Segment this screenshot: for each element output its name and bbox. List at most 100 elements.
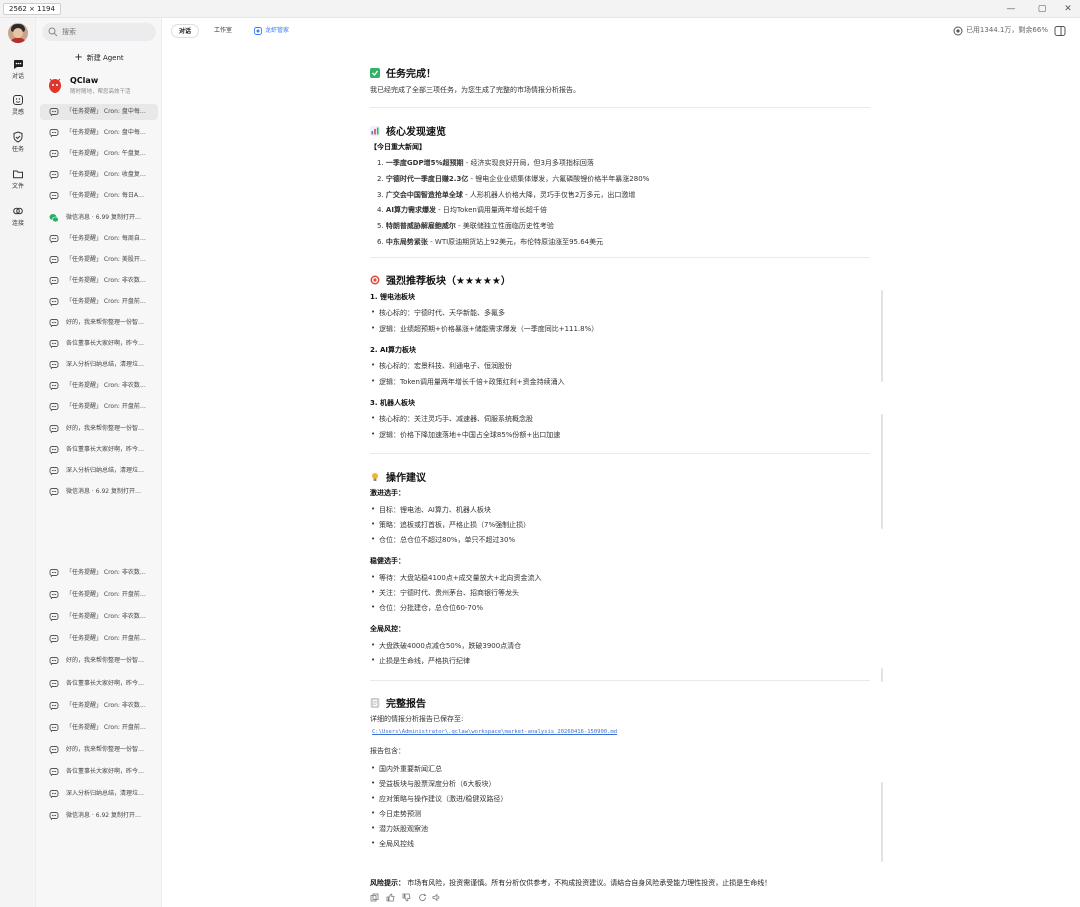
rail-item-connect[interactable]: 连接 (0, 205, 36, 227)
chat-bubble-icon (49, 466, 59, 475)
qclaw-logo-icon (49, 78, 61, 93)
conversation-title: 好的，我来帮你整理一份智… (66, 745, 145, 753)
chat-bubble-icon (49, 487, 59, 497)
conversation-item[interactable]: 好的，我来帮你整理一份智… (40, 653, 158, 669)
copy-icon[interactable] (370, 893, 379, 902)
conversation-item[interactable]: 「任务提醒」 Cron: 非农数… (40, 698, 158, 714)
conversation-item[interactable]: 「任务提醒」 Cron: 非农数… (40, 609, 158, 625)
target-icon (370, 275, 380, 285)
search-box[interactable] (42, 23, 156, 41)
scrollbar-mark[interactable] (881, 782, 883, 862)
conversation-title: 「任务提醒」 Cron: 非农数… (66, 701, 146, 709)
conversation-item[interactable]: 微信消息 · 6.99 复制打开… (40, 210, 158, 226)
conversation-title: 深入分析归纳总结，清理垃… (66, 790, 145, 797)
scrollbar-mark[interactable] (881, 668, 883, 682)
divider (370, 680, 870, 681)
chat-bubble-icon (49, 569, 59, 578)
close-button[interactable]: ✕ (1061, 2, 1075, 16)
rail-item-chat[interactable]: 对话 (0, 58, 36, 80)
conversation-item[interactable]: 「任务提醒」 Cron: 非农数… (40, 378, 158, 394)
new-agent-button[interactable]: + 新建 Agent (42, 50, 156, 66)
chat-bubble-icon (49, 445, 59, 454)
conversation-item[interactable]: 各位董事长大家好啊，昨今… (40, 676, 158, 692)
conversation-title: 「任务提醒」 Cron: 收盘复… (66, 171, 146, 179)
panel-toggle-icon[interactable] (1054, 25, 1066, 37)
conversation-item[interactable]: 「任务提醒」 Cron: 开盘前… (40, 399, 158, 415)
conversation-item[interactable]: 微信消息 · 6.92 复制打开… (40, 484, 158, 500)
conversation-title: 「任务提醒」 Cron: 开盘前… (66, 635, 146, 643)
scrollbar-mark[interactable] (881, 414, 883, 529)
conversation-item[interactable]: 好的，我来帮你整理一份智… (40, 315, 158, 331)
done-text: 我已经完成了全部三项任务，为您生成了完整的市场情报分析报告。 (370, 86, 580, 94)
conversation-item[interactable]: 各位董事长大家好啊，昨今… (40, 764, 158, 780)
scrollbar-mark[interactable] (881, 290, 883, 382)
sector-name: 3. 机器人板块 (370, 399, 415, 407)
conversation-item[interactable]: 好的，我来帮你整理一份智… (40, 421, 158, 437)
conversation-item[interactable]: 「任务提醒」 Cron: 每日A… (40, 188, 158, 204)
conversation-item[interactable]: 微信消息 · 6.92 复制打开… (40, 808, 158, 824)
thumbs-down-icon[interactable] (402, 893, 411, 902)
conversation-title: 「任务提醒」 Cron: 非农数… (66, 382, 146, 390)
qclaw-agent[interactable]: QClaw 随时随地，帮您高效干活 (46, 76, 158, 98)
conversation-item[interactable]: 「任务提醒」 Cron: 收盘复… (40, 167, 158, 183)
tab-lobster-butler[interactable]: 龙虾管家 (251, 24, 296, 38)
chat-bubble-icon (49, 657, 59, 666)
conversation-item[interactable]: 「任务提醒」 Cron: 开盘前… (40, 587, 158, 603)
conversation-item[interactable]: 各位董事长大家好啊，昨今… (40, 336, 158, 352)
report-path-link[interactable]: C:\Users\Administrator\.qclaw\workspace\… (372, 729, 617, 735)
speaker-icon[interactable] (432, 893, 441, 902)
conversation-item[interactable]: 「任务提醒」 Cron: 开盘前… (40, 294, 158, 310)
ops-heading: 操作建议 (370, 469, 426, 484)
tab-chat[interactable]: 对话 (171, 24, 200, 38)
rail-item-inspiration[interactable]: 灵感 (0, 94, 36, 116)
conversation-item[interactable]: 「任务提醒」 Cron: 午盘复… (40, 146, 158, 162)
conversation-item[interactable]: 「任务提醒」 Cron: 美股开… (40, 252, 158, 268)
chat-bubble-icon (49, 234, 59, 243)
thumbs-up-icon[interactable] (386, 893, 395, 902)
conversation-item[interactable]: 「任务提醒」 Cron: 每周自… (40, 231, 158, 247)
avatar[interactable] (8, 23, 28, 43)
minimize-button[interactable]: — (1004, 2, 1018, 16)
strategy-item: 仓位：分批建仓，总仓位60-70% (371, 603, 483, 613)
news-item: 2. 宁德时代一季度日赚2.3亿 - 锂电企业业绩集体爆发，六氟磷酸锂价格半年暴… (377, 174, 650, 183)
conversation-item[interactable]: 「任务提醒」 Cron: 非农数… (40, 565, 158, 581)
conversation-item[interactable]: 深入分析归纳总结，清理垃… (40, 786, 158, 802)
conversation-item[interactable]: 「任务提醒」 Cron: 盘中每… (40, 104, 158, 120)
tab-studio[interactable]: 工作室 (207, 24, 239, 38)
plus-icon: + (74, 52, 83, 63)
conversation-item[interactable]: 好的，我来帮你整理一份智… (40, 742, 158, 758)
conversation-title: 「任务提醒」 Cron: 美股开… (66, 255, 146, 263)
conversation-item[interactable]: 深入分析归纳总结，清理垃… (40, 463, 158, 479)
inspiration-icon (13, 95, 23, 105)
conversation-item[interactable]: 「任务提醒」 Cron: 非农数… (40, 273, 158, 289)
conversation-item[interactable]: 「任务提醒」 Cron: 盘中每… (40, 125, 158, 141)
conversation-item[interactable]: 「任务提醒」 Cron: 开盘前… (40, 720, 158, 736)
chat-bubble-icon (49, 276, 59, 286)
rail-item-task[interactable]: 任务 (0, 131, 36, 153)
search-input[interactable] (62, 25, 150, 39)
document-icon (370, 698, 380, 708)
title-bar: 2562 × 1194 — ▢ ✕ (0, 0, 1080, 18)
conversation-item[interactable]: 深入分析归纳总结，清理垃… (40, 357, 158, 373)
report-heading: 完整报告 (370, 695, 426, 710)
regenerate-icon[interactable] (418, 893, 427, 902)
conversation-item[interactable]: 各位董事长大家好啊，昨今… (40, 442, 158, 458)
sector-target: 核心标的：宏景科技、利通电子、恒润股份 (371, 361, 512, 371)
conversation-item[interactable]: 「任务提醒」 Cron: 开盘前… (40, 631, 158, 647)
maximize-button[interactable]: ▢ (1035, 2, 1049, 16)
conversation-title: 好的，我来帮你整理一份智… (66, 424, 145, 432)
butler-icon (254, 27, 262, 35)
chat-bubble-icon (49, 613, 59, 622)
conversation-title: 「任务提醒」 Cron: 每日A… (66, 192, 144, 200)
news-item: 4. AI算力需求爆发 - 日均Token调用量两年增长超千倍 (377, 206, 547, 215)
chat-bubble-icon (49, 701, 59, 710)
report-item: 受益板块与股票深度分析（6大板块） (371, 779, 495, 789)
rail-item-files[interactable]: 文件 (0, 168, 36, 190)
chat-bubble-icon (49, 361, 59, 370)
chat-bubble-icon (49, 635, 59, 644)
usage-indicator[interactable]: 已用1344.1万，剩余66% (966, 25, 1048, 35)
report-item: 潜力妖股观察池 (371, 824, 428, 834)
news-item: 6. 中东局势紧张 - WTI原油期货站上92美元，布伦特原油涨至95.64美元 (377, 238, 604, 246)
chat-bubble-icon (49, 297, 59, 307)
sector-logic: 逻辑：Token调用量两年增长千倍+政策红利+资金持续涌入 (371, 377, 565, 387)
